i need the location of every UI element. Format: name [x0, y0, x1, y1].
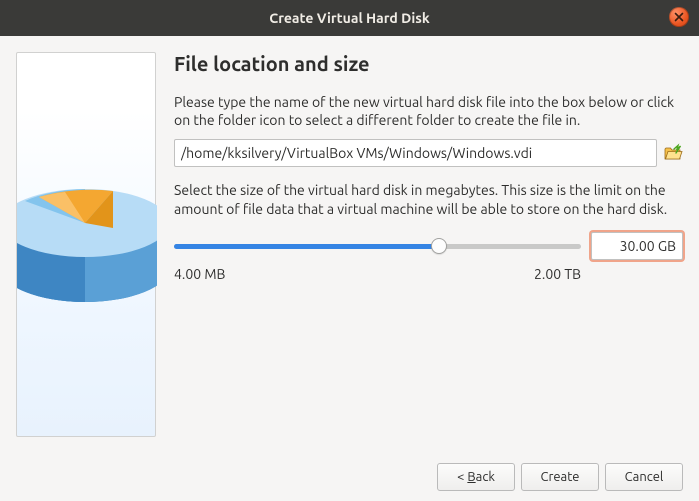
back-button[interactable]: < Back — [437, 463, 515, 491]
size-desc-text: Select the size of the virtual hard disk… — [174, 181, 683, 217]
cancel-button[interactable]: Cancel — [605, 463, 683, 491]
range-min-label: 4.00 MB — [174, 266, 225, 282]
window-title: Create Virtual Hard Disk — [269, 10, 429, 26]
file-path-input[interactable] — [174, 139, 657, 167]
wizard-illustration — [16, 52, 156, 437]
size-slider[interactable] — [174, 236, 581, 256]
intro-text: Please type the name of the new virtual … — [174, 93, 683, 129]
dialog-content: File location and size Please type the n… — [0, 36, 699, 501]
close-icon — [674, 8, 684, 26]
close-button[interactable] — [669, 7, 689, 27]
range-max-label: 2.00 TB — [534, 266, 581, 282]
dialog-footer: < Back Create Cancel — [16, 453, 683, 491]
disk-pie-icon — [17, 53, 157, 438]
browse-folder-button[interactable] — [663, 143, 683, 163]
create-button[interactable]: Create — [521, 463, 599, 491]
titlebar: Create Virtual Hard Disk — [0, 0, 699, 36]
slider-fill — [174, 244, 439, 249]
folder-icon — [663, 149, 683, 167]
slider-thumb[interactable] — [431, 238, 447, 254]
size-input[interactable] — [591, 232, 683, 260]
page-heading: File location and size — [174, 52, 683, 75]
